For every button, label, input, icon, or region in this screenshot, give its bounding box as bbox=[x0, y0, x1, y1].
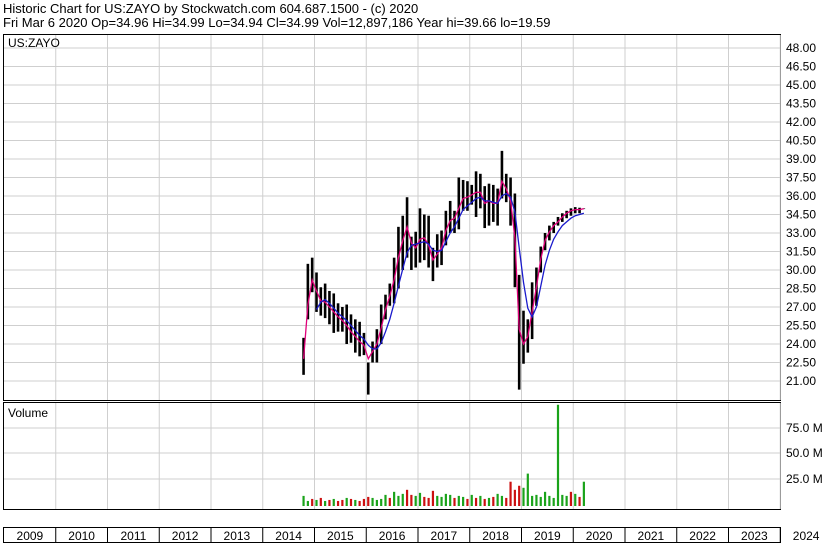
year-tick-label: 2014 bbox=[275, 529, 302, 543]
year-tick-label: 2017 bbox=[431, 529, 458, 543]
price-tick-label: 42.00 bbox=[786, 115, 816, 129]
volume-tick-label: 75.0 M bbox=[786, 421, 823, 435]
volume-panel bbox=[3, 402, 781, 510]
year-tick-label: 2018 bbox=[482, 529, 509, 543]
year-tick-label: 2010 bbox=[68, 529, 95, 543]
volume-tick-label: 25.0 M bbox=[786, 472, 823, 486]
year-tick-label: 2023 bbox=[741, 529, 768, 543]
price-tick-label: 46.50 bbox=[786, 60, 816, 74]
price-tick-label: 27.00 bbox=[786, 300, 816, 314]
year-tick-label: 2009 bbox=[17, 529, 44, 543]
year-tick-label: 2011 bbox=[120, 529, 146, 543]
year-tick-label: 2022 bbox=[689, 529, 716, 543]
price-tick-label: 21.00 bbox=[786, 374, 816, 388]
price-tick-label: 48.00 bbox=[786, 41, 816, 55]
price-tick-label: 33.00 bbox=[786, 226, 816, 240]
price-tick-label: 28.50 bbox=[786, 282, 816, 296]
price-tick-label: 30.00 bbox=[786, 263, 816, 277]
price-tick-label: 31.50 bbox=[786, 245, 816, 259]
year-tick-label: 2013 bbox=[224, 529, 251, 543]
symbol-label: US:ZAYO bbox=[8, 36, 60, 50]
price-tick-label: 24.00 bbox=[786, 337, 816, 351]
price-tick-label: 36.00 bbox=[786, 189, 816, 203]
year-tick-label: 2019 bbox=[534, 529, 561, 543]
volume-label: Volume bbox=[8, 406, 48, 420]
year-tick-label: 2024 bbox=[793, 529, 820, 543]
price-tick-label: 45.00 bbox=[786, 78, 816, 92]
price-tick-label: 34.50 bbox=[786, 208, 816, 222]
price-tick-label: 22.50 bbox=[786, 356, 816, 370]
price-tick-label: 39.00 bbox=[786, 152, 816, 166]
volume-axis-labels: 75.0 M 50.0 M 25.0 M bbox=[786, 421, 823, 486]
volume-tick-label: 50.0 M bbox=[786, 446, 823, 460]
year-axis-labels: 2009 2010 2011 2012 2013 2014 2015 2016 2017 2018… bbox=[17, 528, 820, 543]
year-tick-label: 2012 bbox=[172, 529, 199, 543]
year-tick-label: 2015 bbox=[327, 529, 354, 543]
year-tick-label: 2020 bbox=[586, 529, 613, 543]
year-tick-label: 2021 bbox=[638, 529, 665, 543]
price-tick-label: 25.50 bbox=[786, 319, 816, 333]
price-tick-label: 40.50 bbox=[786, 134, 816, 148]
price-tick-label: 37.50 bbox=[786, 171, 816, 185]
price-panel bbox=[3, 34, 781, 401]
historic-chart: 48.00 46.50 45.00 43.50 42.00 40.50 39.00 37.50… bbox=[3, 34, 823, 543]
price-axis-labels: 48.00 46.50 45.00 43.50 42.00 40.50 39.00 37.50… bbox=[786, 41, 816, 388]
year-tick-label: 2016 bbox=[379, 529, 406, 543]
price-tick-label: 43.50 bbox=[786, 97, 816, 111]
